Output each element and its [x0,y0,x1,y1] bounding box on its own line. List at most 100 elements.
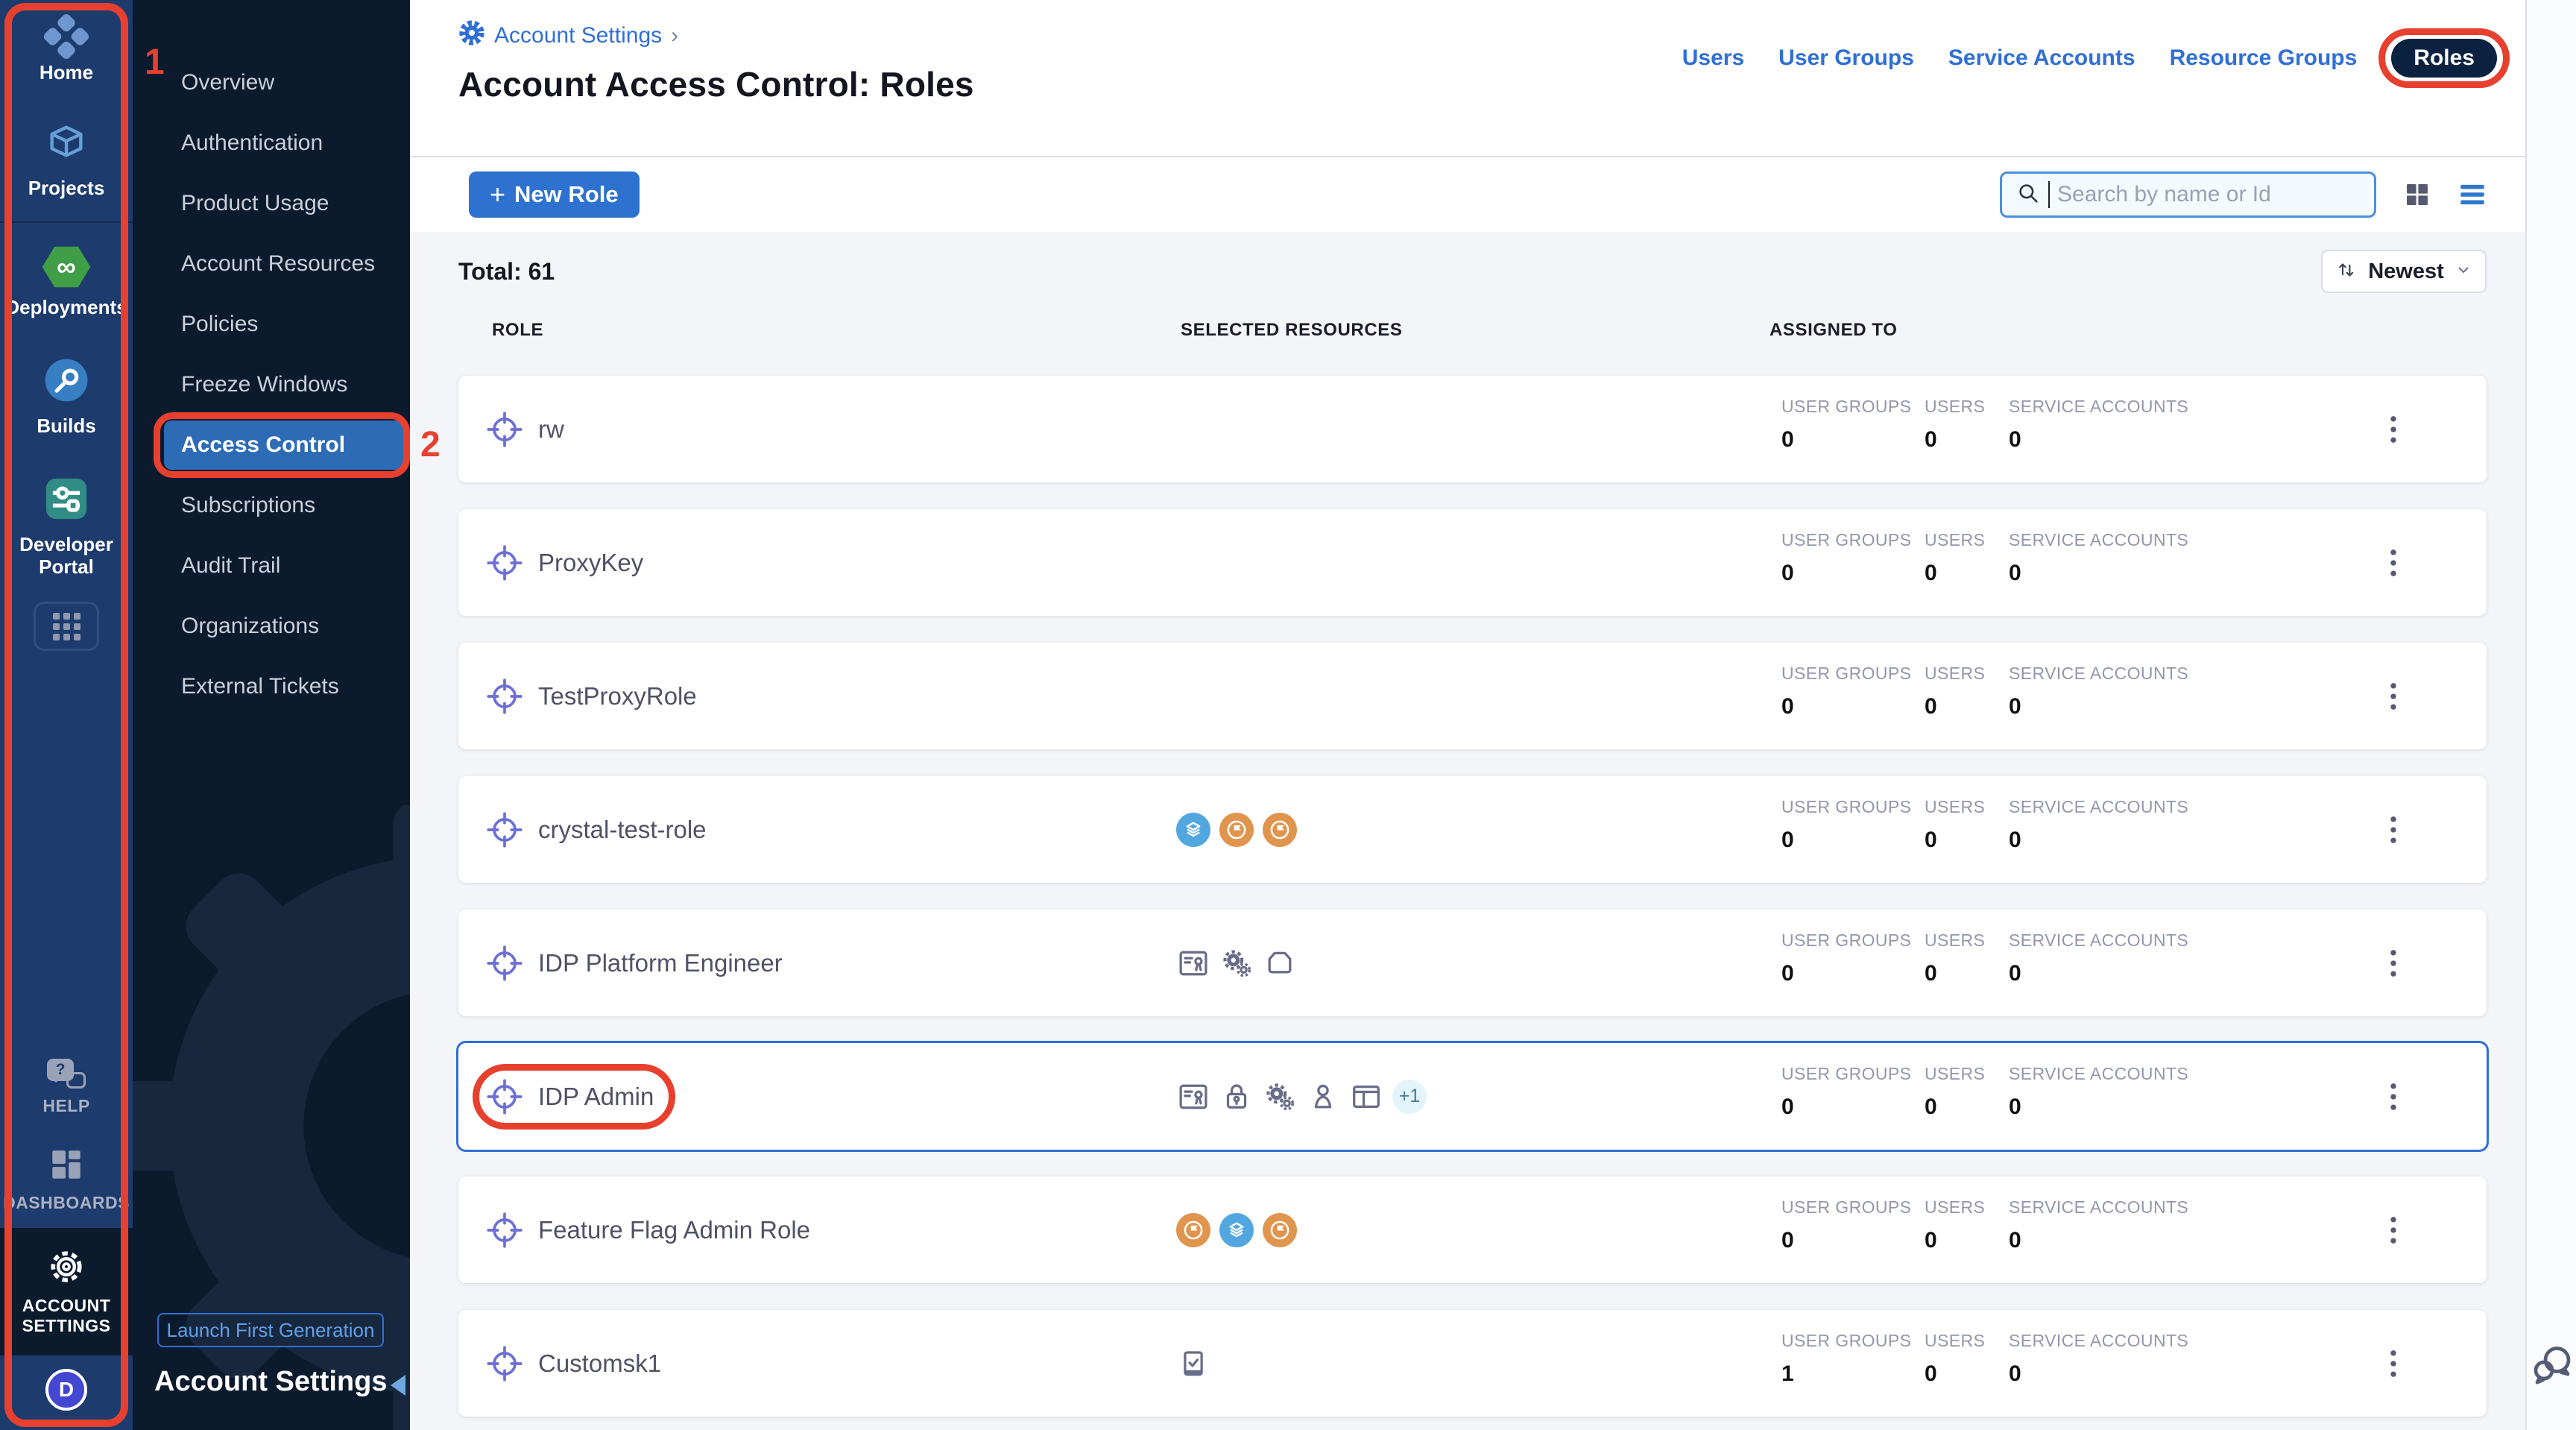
role-target-icon [483,808,526,851]
tab-user-groups[interactable]: User Groups [1778,45,1914,71]
assigned-header: USERS [1925,1331,2009,1351]
sidebar-item-developer-portal[interactable]: Developer Portal [0,456,133,597]
user-avatar[interactable]: D [45,1369,87,1411]
grid-view-button[interactable] [2402,179,2433,210]
role-row[interactable]: Customsk1 USER GROUPS 1 USERS 0 SERVICE … [458,1310,2487,1417]
service-card-icon [1176,946,1210,980]
list-view-button[interactable] [2455,179,2490,210]
sidebar-item-help[interactable]: ? HELP [0,1044,133,1131]
assigned-count: 0 [2009,1228,2217,1253]
sidebar-item-label: Projects [28,177,105,199]
nav-item-external-tickets[interactable]: External Tickets [133,662,410,711]
gears-icon [1263,1080,1297,1114]
assigned-count: 0 [2009,1361,2217,1387]
sidebar-item-label: Deployments [5,296,127,318]
gears-icon [1219,946,1254,980]
roles-section: Total: 61 Newest ROLE SELECTED RESOURCES… [410,232,2525,1430]
sidebar-item-home[interactable]: Home [0,0,133,103]
sidebar-item-dashboards[interactable]: DASHBOARDS [0,1131,133,1228]
row-menu-button[interactable] [2375,941,2412,986]
row-menu-button[interactable] [2375,1341,2412,1386]
harness-logo-icon [42,12,90,60]
role-name[interactable]: crystal-test-role [538,816,707,844]
nav-item-access-control[interactable]: Access Control 2 [164,421,405,470]
nav-item-authentication[interactable]: Authentication [133,119,410,168]
nav-item-subscriptions[interactable]: Subscriptions [133,481,410,530]
role-row[interactable]: Feature Flag Admin Role USER GROUPS 0 US… [458,1177,2487,1283]
sidebar-item-deployments[interactable]: ∞ Deployments [0,226,133,338]
role-name[interactable]: Customsk1 [538,1349,661,1378]
nav-item-organizations[interactable]: Organizations [133,602,410,651]
environment-stack-icon [1219,1213,1254,1247]
assigned-col: USER GROUPS 1 [1781,1331,1925,1387]
role-name[interactable]: IDP Admin [538,1083,654,1111]
sidebar-item-builds[interactable]: Builds [0,338,133,456]
sidebar-item-label: HELP [42,1096,89,1116]
tab-users[interactable]: Users [1682,45,1744,71]
row-menu-button[interactable] [2375,541,2412,585]
assigned-count: 0 [1925,427,2009,453]
row-menu-button[interactable] [2375,674,2412,719]
module-grid-button[interactable] [34,602,99,651]
assigned-col: USERS 0 [1925,797,2009,853]
role-name-cell: crystal-test-role [483,776,707,883]
nav-item-audit-trail[interactable]: Audit Trail [133,541,410,590]
assigned-header: USER GROUPS [1781,397,1925,417]
sidebar-item-account-settings[interactable]: ACCOUNT SETTINGS 1 [0,1228,133,1355]
assigned-header: USER GROUPS [1781,664,1925,684]
assigned-header: USERS [1925,530,2009,550]
sort-arrows-icon [2335,259,2358,285]
role-name-cell: TestProxyRole [483,643,697,749]
support-chat-icon[interactable] [2530,1342,2575,1390]
assigned-header: SERVICE ACCOUNTS [2009,797,2217,817]
module-sidebar: Home Projects ∞ Deployments Builds Devel… [0,0,133,1430]
collapse-sidebar-icon[interactable] [380,1375,405,1396]
search-input[interactable]: Search by name or Id [2000,171,2376,218]
role-target-icon [483,942,526,985]
new-role-button[interactable]: + New Role [469,171,640,218]
roles-list: rw USER GROUPS 0 USERS 0 SERVICE ACCOUNT… [458,376,2487,1417]
launch-first-generation-button[interactable]: Launch First Generation [157,1313,384,1347]
column-assigned-to: ASSIGNED TO [1770,320,1898,341]
user-icon [1306,1080,1340,1114]
tab-label: Roles [2414,45,2475,70]
role-name[interactable]: Feature Flag Admin Role [538,1216,810,1244]
nav-item-freeze-windows[interactable]: Freeze Windows [133,360,410,409]
assigned-col: SERVICE ACCOUNTS 0 [2009,1064,2217,1120]
row-menu-button[interactable] [2375,1208,2412,1253]
layout-icon [1349,1080,1383,1114]
assigned-to-cell: USER GROUPS 0 USERS 0 SERVICE ACCOUNTS 0 [1781,1064,2217,1120]
tab-resource-groups[interactable]: Resource Groups [2170,45,2358,71]
role-row[interactable]: IDP Admin +1 USER GROUPS 0 USERS 0 SERVI… [458,1043,2487,1150]
role-name[interactable]: rw [538,415,564,444]
sidebar-item-projects[interactable]: Projects [0,103,133,218]
assigned-col: SERVICE ACCOUNTS 0 [2009,664,2217,719]
tab-service-accounts[interactable]: Service Accounts [1948,45,2135,71]
assigned-header: SERVICE ACCOUNTS [2009,664,2217,684]
toolbar: + New Role Search by name or Id [410,157,2525,232]
nav-item-policies[interactable]: Policies [133,300,410,349]
breadcrumb-link[interactable]: Account Settings [494,23,662,48]
tab-roles[interactable]: Roles [2391,39,2497,78]
feature-flag-icon [1263,813,1297,847]
selected-resources-cell [1176,910,1297,1016]
nav-item-overview[interactable]: Overview [133,58,410,107]
role-row[interactable]: TestProxyRole USER GROUPS 0 USERS 0 SERV… [458,643,2487,749]
row-menu-button[interactable] [2375,407,2412,452]
assigned-col: USER GROUPS 0 [1781,930,1925,986]
role-target-icon [483,1209,526,1252]
role-target-icon [483,1342,526,1385]
row-menu-button[interactable] [2375,807,2412,852]
role-name[interactable]: ProxyKey [538,549,643,577]
role-row[interactable]: IDP Platform Engineer USER GROUPS 0 USER… [458,910,2487,1016]
nav-item-account-resources[interactable]: Account Resources [133,239,410,289]
sort-dropdown[interactable]: Newest [2321,250,2487,293]
role-name[interactable]: IDP Platform Engineer [538,949,783,977]
role-row[interactable]: rw USER GROUPS 0 USERS 0 SERVICE ACCOUNT… [458,376,2487,482]
role-name[interactable]: TestProxyRole [538,682,697,711]
role-row[interactable]: crystal-test-role USER GROUPS 0 USERS 0 … [458,776,2487,883]
row-menu-button[interactable] [2375,1074,2412,1119]
nav-item-product-usage[interactable]: Product Usage [133,179,410,228]
role-name-cell: IDP Platform Engineer [483,910,783,1016]
role-row[interactable]: ProxyKey USER GROUPS 0 USERS 0 SERVICE A… [458,509,2487,616]
